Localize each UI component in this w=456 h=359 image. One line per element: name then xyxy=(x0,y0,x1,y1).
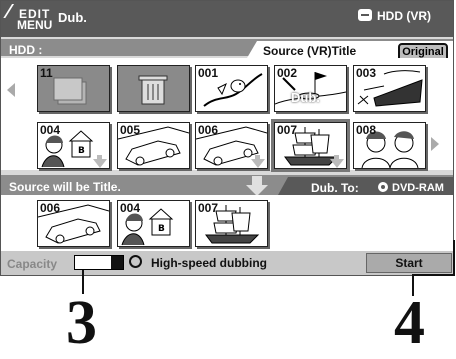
thumb-number: 004 xyxy=(120,201,141,215)
svg-text:B: B xyxy=(158,224,165,234)
download-arrow-icon xyxy=(251,159,265,168)
capacity-meter-fill xyxy=(111,256,123,269)
edit-menu-logo: ⁄ EDIT MENU xyxy=(7,1,52,37)
logo-line2: MENU xyxy=(17,18,53,32)
title-thumbnail[interactable]: 001 xyxy=(195,65,268,112)
thumb-number: 001 xyxy=(198,66,219,80)
mode-title: Dub. xyxy=(58,10,87,25)
title-thumbnail[interactable]: 008 xyxy=(353,122,426,169)
dub-overlay: Dub. xyxy=(291,90,320,105)
hdd-icon xyxy=(358,9,372,21)
thumb-number: 005 xyxy=(120,123,141,137)
thumb-number: 007 xyxy=(198,201,219,215)
callout-bracket-4 xyxy=(453,240,455,276)
delete-thumbnail[interactable] xyxy=(117,65,190,112)
download-arrow-icon xyxy=(93,159,107,168)
thumb-number: 004 xyxy=(40,123,61,137)
folder-icon xyxy=(53,77,87,105)
high-speed-indicator-icon xyxy=(129,255,142,268)
thumb-number: 006 xyxy=(40,201,61,215)
title-thumbnail[interactable]: 005 xyxy=(117,122,190,169)
thumb-number: 008 xyxy=(356,123,377,137)
callout-line-4-h xyxy=(412,274,454,276)
folder-thumbnail[interactable]: 11 xyxy=(37,65,110,112)
title-thumbnail[interactable]: 002 Dub. xyxy=(274,65,347,112)
dub-to-label: Dub. To: xyxy=(311,181,359,195)
callout-number-3: 3 xyxy=(66,289,97,357)
thumb-number: 002 xyxy=(277,66,298,80)
source-info-text: Source will be Title. xyxy=(9,180,121,194)
drive-indicator: HDD (VR) xyxy=(358,9,431,23)
download-arrow-icon xyxy=(330,159,344,168)
edit-menu-window: ⁄ EDIT MENU Dub. HDD (VR) HDD : Source (… xyxy=(0,0,454,276)
capacity-meter xyxy=(74,255,124,270)
capacity-label: Capacity xyxy=(7,257,58,271)
disc-icon xyxy=(378,182,388,192)
thumb-number: 007 xyxy=(277,123,298,137)
thumb-number: 006 xyxy=(198,123,219,137)
scroll-left-arrow-icon[interactable] xyxy=(7,83,15,97)
wand-icon: ⁄ xyxy=(7,1,11,23)
drive-label: HDD (VR) xyxy=(377,9,431,23)
destination-thumbnail[interactable]: 007 xyxy=(195,200,268,247)
hdd-label: HDD : xyxy=(9,43,43,57)
source-label: Source (VR)Title xyxy=(263,44,357,58)
down-arrow-icon xyxy=(246,176,268,196)
scroll-right-arrow-icon[interactable] xyxy=(431,137,439,151)
high-speed-label: High-speed dubbing xyxy=(151,256,267,270)
title-thumbnail-selected[interactable]: 007 xyxy=(271,119,350,172)
header-bar: ⁄ EDIT MENU Dub. HDD (VR) xyxy=(1,1,453,37)
title-thumbnail[interactable]: 006 xyxy=(195,122,268,169)
callout-number-4: 4 xyxy=(394,289,425,357)
start-button[interactable]: Start xyxy=(366,253,452,273)
title-thumbnail[interactable]: 003 xyxy=(353,65,426,112)
thumb-number: 003 xyxy=(356,66,377,80)
svg-text:B: B xyxy=(78,146,85,156)
destination-thumbnail[interactable]: B 004 xyxy=(117,200,190,247)
title-thumbnail[interactable]: B 004 xyxy=(37,122,110,169)
destination-thumbnail[interactable]: 006 xyxy=(37,200,110,247)
trash-icon xyxy=(138,75,168,105)
